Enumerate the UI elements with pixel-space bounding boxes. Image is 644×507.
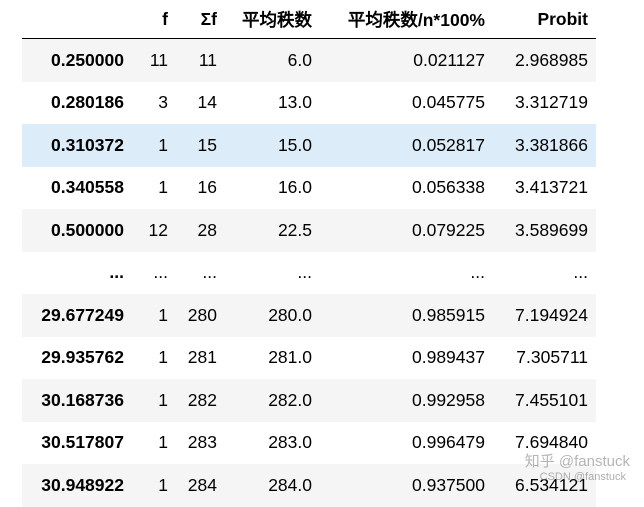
cell-probit: 3.312719 (493, 81, 596, 124)
cell-probit: 7.305711 (493, 336, 596, 379)
dataframe-table: f Σf 平均秩数 平均秩数/n*100% Probit 0.250000 11… (22, 0, 596, 507)
header-row: f Σf 平均秩数 平均秩数/n*100% Probit (22, 0, 596, 39)
cell-mean-rank-percent: 0.056338 (320, 166, 493, 209)
cell-probit: 3.413721 (493, 166, 596, 209)
cell-mean-rank-percent: 0.052817 (320, 124, 493, 167)
table-row: 30.517807 1 283 283.0 0.996479 7.694840 (22, 421, 596, 464)
row-index: 0.280186 (22, 81, 132, 124)
row-index: 0.340558 (22, 166, 132, 209)
cell-mean-rank: ... (225, 251, 320, 294)
cell-mean-rank-percent: 0.992958 (320, 379, 493, 422)
cell-mean-rank: 280.0 (225, 294, 320, 337)
table-body: 0.250000 11 11 6.0 0.021127 2.968985 0.2… (22, 38, 596, 507)
cell-cumulative-f: ... (176, 251, 225, 294)
watermark-csdn: CSDN @fanstuck (539, 471, 626, 483)
cell-f: 1 (132, 294, 176, 337)
cell-f: 3 (132, 81, 176, 124)
cell-cumulative-f: 28 (176, 209, 225, 252)
cell-mean-rank-percent: 0.021127 (320, 38, 493, 82)
cell-f: 1 (132, 336, 176, 379)
cell-cumulative-f: 284 (176, 464, 225, 507)
table-row: 30.168736 1 282 282.0 0.992958 7.455101 (22, 379, 596, 422)
cell-mean-rank: 6.0 (225, 38, 320, 82)
cell-f: 12 (132, 209, 176, 252)
cell-cumulative-f: 15 (176, 124, 225, 167)
row-index: 0.500000 (22, 209, 132, 252)
cell-f: 1 (132, 464, 176, 507)
cell-probit: 3.381866 (493, 124, 596, 167)
cell-mean-rank: 282.0 (225, 379, 320, 422)
cell-mean-rank: 22.5 (225, 209, 320, 252)
cell-mean-rank: 284.0 (225, 464, 320, 507)
cell-mean-rank-percent: 0.079225 (320, 209, 493, 252)
cell-mean-rank: 16.0 (225, 166, 320, 209)
cell-mean-rank-percent: 0.937500 (320, 464, 493, 507)
cell-mean-rank-percent: 0.989437 (320, 336, 493, 379)
table-row: 30.948922 1 284 284.0 0.937500 6.534121 (22, 464, 596, 507)
row-index: ... (22, 251, 132, 294)
cell-cumulative-f: 14 (176, 81, 225, 124)
dataframe-output: f Σf 平均秩数 平均秩数/n*100% Probit 0.250000 11… (22, 0, 596, 507)
table-row-ellipsis: ... ... ... ... ... ... (22, 251, 596, 294)
cell-cumulative-f: 280 (176, 294, 225, 337)
cell-mean-rank: 15.0 (225, 124, 320, 167)
row-index: 0.250000 (22, 38, 132, 82)
cell-mean-rank: 13.0 (225, 81, 320, 124)
table-row: 0.280186 3 14 13.0 0.045775 3.312719 (22, 81, 596, 124)
table-row: 0.250000 11 11 6.0 0.021127 2.968985 (22, 38, 596, 82)
table-row: 29.677249 1 280 280.0 0.985915 7.194924 (22, 294, 596, 337)
cell-mean-rank: 283.0 (225, 421, 320, 464)
cell-mean-rank-percent: 0.985915 (320, 294, 493, 337)
cell-f: ... (132, 251, 176, 294)
cell-cumulative-f: 283 (176, 421, 225, 464)
row-index: 30.168736 (22, 379, 132, 422)
watermark-zhihu: 知乎 @fanstuck (524, 453, 630, 470)
cell-cumulative-f: 282 (176, 379, 225, 422)
cell-f: 1 (132, 166, 176, 209)
cell-cumulative-f: 11 (176, 38, 225, 82)
header-mean-rank: 平均秩数 (225, 0, 320, 39)
cell-f: 1 (132, 124, 176, 167)
cell-mean-rank-percent: 0.045775 (320, 81, 493, 124)
row-index: 0.310372 (22, 124, 132, 167)
cell-probit: 3.589699 (493, 209, 596, 252)
table-header: f Σf 平均秩数 平均秩数/n*100% Probit (22, 0, 596, 39)
cell-mean-rank-percent: 0.996479 (320, 421, 493, 464)
row-index: 29.935762 (22, 336, 132, 379)
cell-probit: ... (493, 251, 596, 294)
header-cumulative-f: Σf (176, 0, 225, 39)
table-row: 29.935762 1 281 281.0 0.989437 7.305711 (22, 336, 596, 379)
row-index: 30.517807 (22, 421, 132, 464)
cell-f: 1 (132, 421, 176, 464)
cell-f: 1 (132, 379, 176, 422)
cell-mean-rank-percent: ... (320, 251, 493, 294)
cell-cumulative-f: 281 (176, 336, 225, 379)
cell-probit: 7.194924 (493, 294, 596, 337)
table-row-hovered: 0.310372 1 15 15.0 0.052817 3.381866 (22, 124, 596, 167)
table-row: 0.340558 1 16 16.0 0.056338 3.413721 (22, 166, 596, 209)
header-mean-rank-percent: 平均秩数/n*100% (320, 0, 493, 39)
cell-probit: 7.455101 (493, 379, 596, 422)
cell-f: 11 (132, 38, 176, 82)
header-probit: Probit (493, 0, 596, 39)
cell-mean-rank: 281.0 (225, 336, 320, 379)
cell-cumulative-f: 16 (176, 166, 225, 209)
row-index: 30.948922 (22, 464, 132, 507)
cell-probit: 2.968985 (493, 38, 596, 82)
header-f: f (132, 0, 176, 39)
row-index: 29.677249 (22, 294, 132, 337)
table-row: 0.500000 12 28 22.5 0.079225 3.589699 (22, 209, 596, 252)
header-index (22, 0, 132, 39)
